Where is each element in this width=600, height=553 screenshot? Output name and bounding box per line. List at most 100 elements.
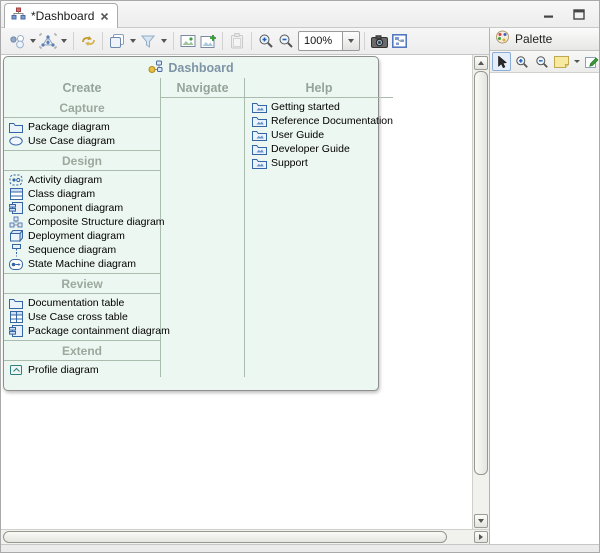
maximize-icon[interactable] <box>571 7 587 21</box>
help-header: Help <box>245 78 393 98</box>
insert-image-icon[interactable] <box>178 30 198 52</box>
link-deployment-diagram[interactable]: Deployment diagram <box>4 229 160 243</box>
tab-dashboard[interactable]: *Dashboard <box>4 3 118 28</box>
zoom-level-value[interactable]: 100% <box>298 31 342 51</box>
item-label: Deployment diagram <box>28 230 125 242</box>
usecase-cross-table-icon <box>8 311 24 323</box>
elements-icon[interactable] <box>7 30 27 52</box>
arrange-icon[interactable] <box>38 30 58 52</box>
help-folder-icon <box>251 116 267 127</box>
item-label: Reference Documentation <box>271 115 393 127</box>
close-icon[interactable] <box>99 11 110 22</box>
zoom-combo-arrow-icon[interactable] <box>342 31 360 51</box>
link-developer-guide[interactable]: Developer Guide <box>245 142 393 156</box>
palette-toolbar <box>490 51 600 73</box>
scroll-up-icon[interactable] <box>474 56 488 70</box>
review-header: Review <box>4 274 160 293</box>
minimize-icon[interactable] <box>541 7 557 21</box>
zoom-out-icon[interactable] <box>276 30 296 52</box>
link-component-diagram[interactable]: Component diagram <box>4 201 160 215</box>
link-support[interactable]: Support <box>245 156 393 170</box>
arrange-dropdown-icon[interactable] <box>58 30 69 52</box>
link-getting-started[interactable]: Getting started <box>245 100 393 114</box>
help-folder-icon <box>251 144 267 155</box>
link-composite-structure-diagram[interactable]: Composite Structure diagram <box>4 215 160 229</box>
duplicate-icon[interactable] <box>107 30 127 52</box>
link-documentation-table[interactable]: Documentation table <box>4 296 160 310</box>
note-tool[interactable] <box>552 52 571 71</box>
horizontal-scrollbar-thumb[interactable] <box>3 531 447 543</box>
help-folder-icon <box>251 158 267 169</box>
dashboard-panel: Dashboard Create Capture <box>3 56 379 391</box>
dashboard-tab-icon <box>11 7 26 25</box>
component-diagram-icon <box>8 202 24 214</box>
help-folder-icon <box>251 102 267 113</box>
zoom-in-tool-icon[interactable] <box>512 52 531 71</box>
toolbar-separator <box>222 32 223 50</box>
palette-icon <box>495 30 510 49</box>
link-profile-diagram[interactable]: Profile diagram <box>4 363 160 377</box>
editor-tab-bar: *Dashboard <box>1 1 599 28</box>
item-label: Documentation table <box>28 297 124 309</box>
create-column: Create Capture Package diagram <box>4 78 161 377</box>
scroll-right-icon[interactable] <box>474 531 488 543</box>
palette-view: Palette <box>490 28 600 544</box>
link-reference-documentation[interactable]: Reference Documentation <box>245 114 393 128</box>
elements-dropdown-icon[interactable] <box>27 30 38 52</box>
insert-image-add-icon[interactable] <box>198 30 218 52</box>
dashboard-title-row: Dashboard <box>4 57 378 78</box>
item-label: Getting started <box>271 101 340 113</box>
palette-header[interactable]: Palette <box>490 28 600 51</box>
tab-title: *Dashboard <box>31 9 94 23</box>
paste-icon[interactable] <box>227 30 247 52</box>
diagram-editor: 100% Dashboard <box>1 28 490 544</box>
filter-dropdown-icon[interactable] <box>158 30 169 52</box>
class-diagram-icon <box>8 188 24 200</box>
snapshot-icon[interactable] <box>369 30 389 52</box>
link-sequence-diagram[interactable]: Sequence diagram <box>4 243 160 257</box>
select-tool[interactable] <box>492 52 511 71</box>
link-usecase-cross-table[interactable]: Use Case cross table <box>4 310 160 324</box>
note-tool-dropdown-icon[interactable] <box>572 60 581 63</box>
navigate-column: Navigate <box>161 78 245 377</box>
scroll-down-icon[interactable] <box>474 514 488 528</box>
application-window: *Dashboard <box>0 0 600 553</box>
synchronize-icon[interactable] <box>78 30 98 52</box>
activity-diagram-icon <box>8 174 24 186</box>
duplicate-dropdown-icon[interactable] <box>127 30 138 52</box>
profile-diagram-icon <box>8 364 24 376</box>
horizontal-scrollbar[interactable] <box>1 529 489 544</box>
link-activity-diagram[interactable]: Activity diagram <box>4 173 160 187</box>
overview-icon[interactable] <box>389 30 409 52</box>
link-class-diagram[interactable]: Class diagram <box>4 187 160 201</box>
state-machine-diagram-icon <box>8 259 24 270</box>
package-diagram-icon <box>8 122 24 133</box>
composite-structure-diagram-icon <box>8 216 24 228</box>
toolbar-separator <box>102 32 103 50</box>
zoom-in-icon[interactable] <box>256 30 276 52</box>
link-usecase-diagram[interactable]: Use Case diagram <box>4 134 160 148</box>
palette-body[interactable] <box>490 73 600 544</box>
create-header: Create <box>4 78 160 98</box>
link-user-guide[interactable]: User Guide <box>245 128 393 142</box>
link-package-diagram[interactable]: Package diagram <box>4 120 160 134</box>
item-label: Activity diagram <box>28 174 102 186</box>
filter-icon[interactable] <box>138 30 158 52</box>
help-folder-icon <box>251 130 267 141</box>
vertical-scrollbar-thumb[interactable] <box>474 71 488 475</box>
item-label: Composite Structure diagram <box>28 216 165 228</box>
diagram-canvas[interactable]: Dashboard Create Capture <box>1 55 472 529</box>
item-label: User Guide <box>271 129 324 141</box>
toolbar-separator <box>173 32 174 50</box>
extend-header: Extend <box>4 341 160 360</box>
zoom-level-combo[interactable]: 100% <box>298 31 360 51</box>
link-state-machine-diagram[interactable]: State Machine diagram <box>4 257 160 271</box>
window-controls <box>541 7 587 21</box>
annotation-tool[interactable] <box>582 52 600 71</box>
toolbar-separator <box>73 32 74 50</box>
vertical-scrollbar[interactable] <box>472 55 489 529</box>
zoom-out-tool-icon[interactable] <box>532 52 551 71</box>
item-label: State Machine diagram <box>28 258 136 270</box>
design-header: Design <box>4 151 160 170</box>
link-package-containment-diagram[interactable]: Package containment diagram <box>4 324 160 338</box>
